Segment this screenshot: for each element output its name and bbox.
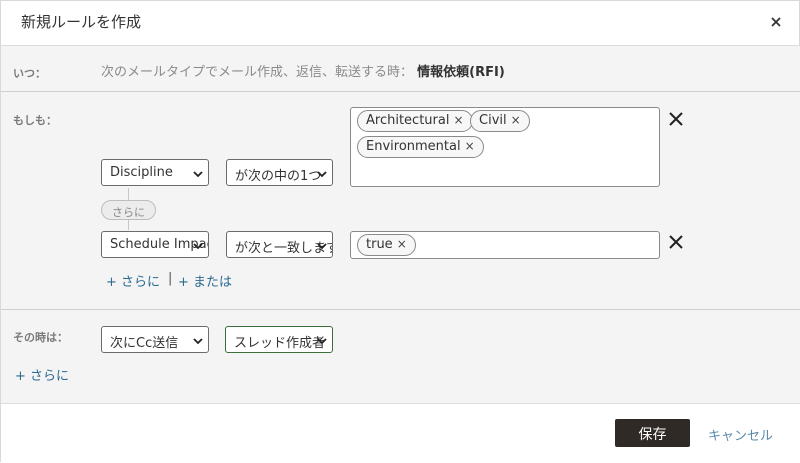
condition-operator-select[interactable]: が次と一致します xyxy=(226,231,333,258)
condition-field-select[interactable]: Discipline xyxy=(101,159,209,186)
condition-value-tagbox[interactable]: true × xyxy=(350,231,660,259)
when-section: いつ： 次のメールタイプでメール作成、返信、転送する時： 情報依頼(RFI) xyxy=(1,45,800,91)
chevron-down-icon xyxy=(193,168,203,178)
if-section: もしも： Discipline が次の中の1つ Architectural × C… xyxy=(1,91,800,309)
connector-line xyxy=(128,188,129,200)
action-value: 次にCc送信 xyxy=(110,336,179,351)
condition-value-tagbox[interactable]: Architectural × Civil × Environmental × xyxy=(350,107,660,187)
condition-operator-value: が次の中の1つ xyxy=(235,169,322,184)
chevron-down-icon xyxy=(317,335,327,345)
when-label: いつ： xyxy=(13,67,46,80)
cancel-button[interactable]: キャンセル xyxy=(708,425,773,444)
chevron-down-icon xyxy=(193,240,203,250)
chevron-down-icon xyxy=(317,240,327,250)
close-icon[interactable] xyxy=(767,13,785,31)
then-section: その時は： 次にCc送信 スレッド作成者 + さらに xyxy=(1,309,800,403)
action-target-select[interactable]: スレッド作成者 xyxy=(225,326,333,353)
tag: Environmental × xyxy=(357,136,484,158)
tag-label: Civil xyxy=(479,113,507,128)
tag-label: Environmental xyxy=(366,139,461,154)
condition-operator-select[interactable]: が次の中の1つ xyxy=(226,159,333,186)
when-text: 次のメールタイプでメール作成、返信、転送する時： xyxy=(101,65,414,80)
email-type-value: 情報依頼(RFI) xyxy=(417,65,505,80)
tag: Civil × xyxy=(470,110,530,132)
connector-line xyxy=(128,220,129,230)
action-select[interactable]: 次にCc送信 xyxy=(101,326,209,353)
then-label: その時は： xyxy=(13,331,68,344)
save-button[interactable]: 保存 xyxy=(615,419,690,447)
tag-remove-icon[interactable]: × xyxy=(397,237,407,251)
tag-label: Architectural xyxy=(366,113,450,128)
tag-remove-icon[interactable]: × xyxy=(511,113,521,127)
condition-field-select[interactable]: Schedule Impact xyxy=(101,231,209,258)
remove-condition-icon[interactable] xyxy=(668,111,684,127)
tag: true × xyxy=(357,234,416,256)
create-rule-dialog: 新規ルールを作成 いつ： 次のメールタイプでメール作成、返信、転送する時： 情報… xyxy=(0,0,800,463)
tag: Architectural × xyxy=(357,110,473,132)
dialog-header: 新規ルールを作成 xyxy=(1,1,800,45)
chevron-down-icon xyxy=(317,168,327,178)
link-separator: | xyxy=(168,271,173,286)
chevron-down-icon xyxy=(193,335,203,345)
and-chip: さらに xyxy=(101,200,156,220)
remove-condition-icon[interactable] xyxy=(668,234,684,250)
tag-remove-icon[interactable]: × xyxy=(465,139,475,153)
add-action-link[interactable]: + さらに xyxy=(15,365,69,384)
tag-label: true xyxy=(366,237,393,252)
add-or-condition-link[interactable]: + または xyxy=(178,271,232,290)
tag-remove-icon[interactable]: × xyxy=(453,113,463,127)
if-label: もしも： xyxy=(13,114,57,127)
condition-field-value: Discipline xyxy=(110,165,173,180)
when-description: 次のメールタイプでメール作成、返信、転送する時： 情報依頼(RFI) xyxy=(101,61,505,80)
add-and-condition-link[interactable]: + さらに xyxy=(106,271,160,290)
action-target-value: スレッド作成者 xyxy=(234,336,326,351)
dialog-title: 新規ルールを作成 xyxy=(21,13,142,31)
dialog-footer: 保存 キャンセル xyxy=(1,403,800,463)
